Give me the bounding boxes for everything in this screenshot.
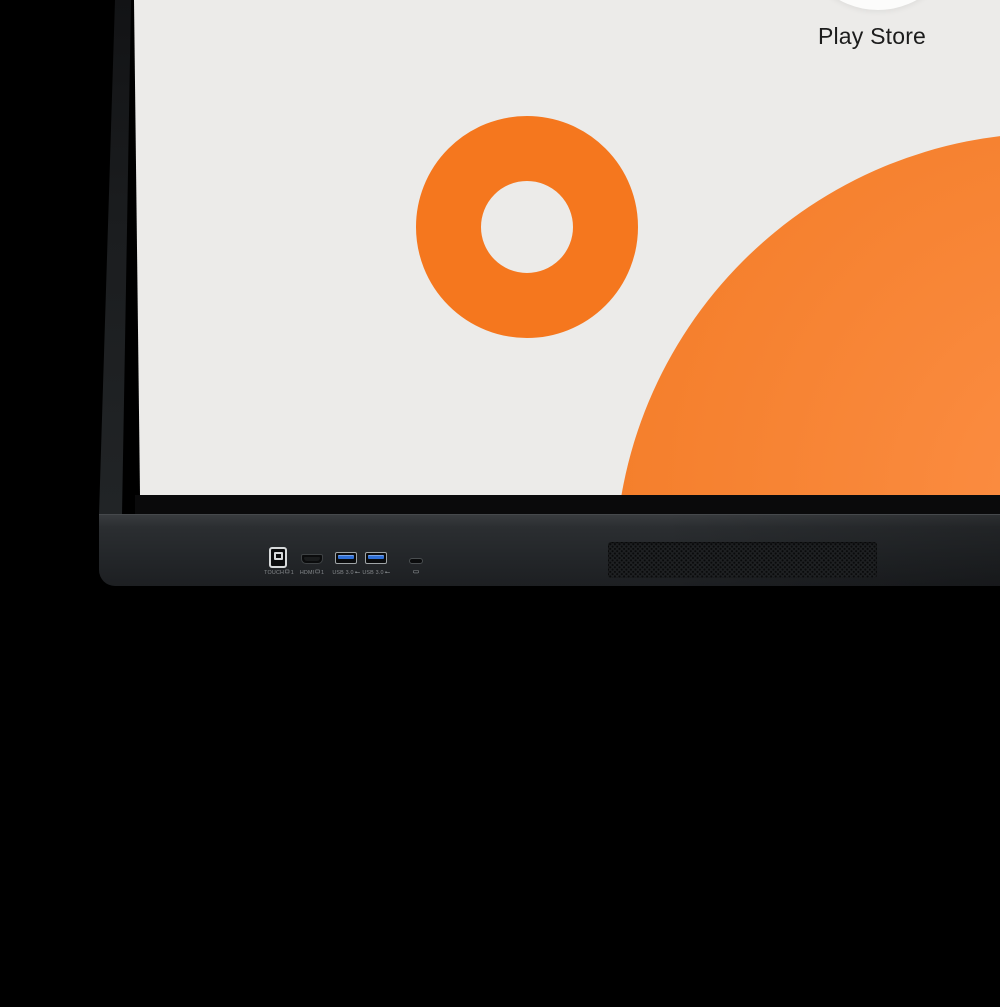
usb-a-port-2-label-text: USB 3.0 xyxy=(362,569,383,575)
usb-a-port-1-label-text: USB 3.0 xyxy=(332,569,353,575)
hdmi-port-label-number: 1 xyxy=(321,569,324,575)
speaker-grille xyxy=(608,542,877,578)
usb-a-port-2 xyxy=(365,552,387,564)
usb-icon xyxy=(355,572,359,573)
display-screen: Play Store xyxy=(0,0,1000,495)
usb-a-port-1-label: USB 3.0 xyxy=(332,569,359,575)
donut-shape xyxy=(416,116,638,338)
hdmi-port-label: HDMI 1 xyxy=(300,569,324,575)
touch-port-label: TOUCH 1 xyxy=(264,569,294,575)
touch-usb-b-port-inner xyxy=(274,552,283,560)
interactive-display-device: Play Store TOUCH 1 HDMI 1 USB 3.0 USB 3.0 xyxy=(0,0,1000,666)
bottom-glass-bezel xyxy=(135,495,1000,514)
usb-a-port-2-label: USB 3.0 xyxy=(362,569,389,575)
usb-a-port-1-tongue xyxy=(338,555,354,559)
hdmi-port-inner xyxy=(304,557,320,561)
usb-icon xyxy=(385,572,389,573)
hdmi-port xyxy=(301,554,323,564)
usb-c-icon xyxy=(413,570,419,573)
usb-c-port xyxy=(409,558,423,564)
play-store-label: Play Store xyxy=(772,23,972,49)
display-icon xyxy=(316,570,320,574)
touch-usb-b-port xyxy=(269,547,287,568)
usb-a-port-2-tongue xyxy=(368,555,384,559)
io-panel: TOUCH 1 HDMI 1 USB 3.0 USB 3.0 xyxy=(99,514,1000,586)
bezel-side-edge xyxy=(0,0,140,515)
play-store-icon[interactable] xyxy=(798,0,958,10)
usb-c-port-label xyxy=(413,569,419,575)
display-icon xyxy=(285,570,289,574)
touch-port-label-text: TOUCH xyxy=(264,569,284,575)
usb-a-port-1 xyxy=(335,552,357,564)
hdmi-port-label-text: HDMI xyxy=(300,569,315,575)
touch-port-label-number: 1 xyxy=(291,569,294,575)
